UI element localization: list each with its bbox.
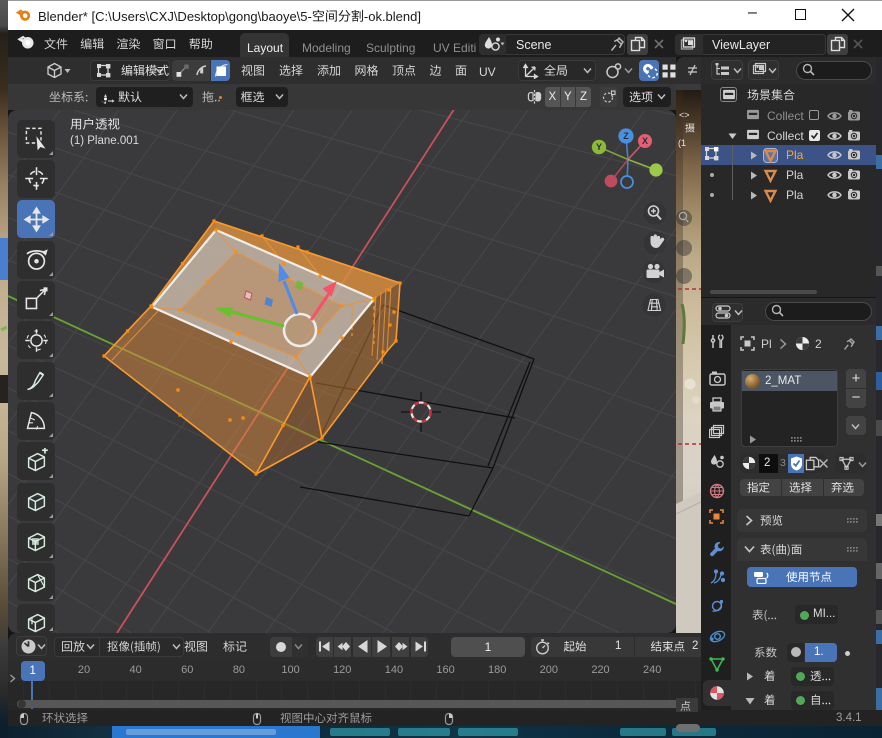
svg-text:(1: (1 xyxy=(678,138,686,148)
svg-text:Z: Z xyxy=(623,131,629,141)
svg-text:Y: Y xyxy=(596,142,602,152)
svg-text:<>: <> xyxy=(679,110,690,120)
svg-text:X: X xyxy=(642,136,648,146)
